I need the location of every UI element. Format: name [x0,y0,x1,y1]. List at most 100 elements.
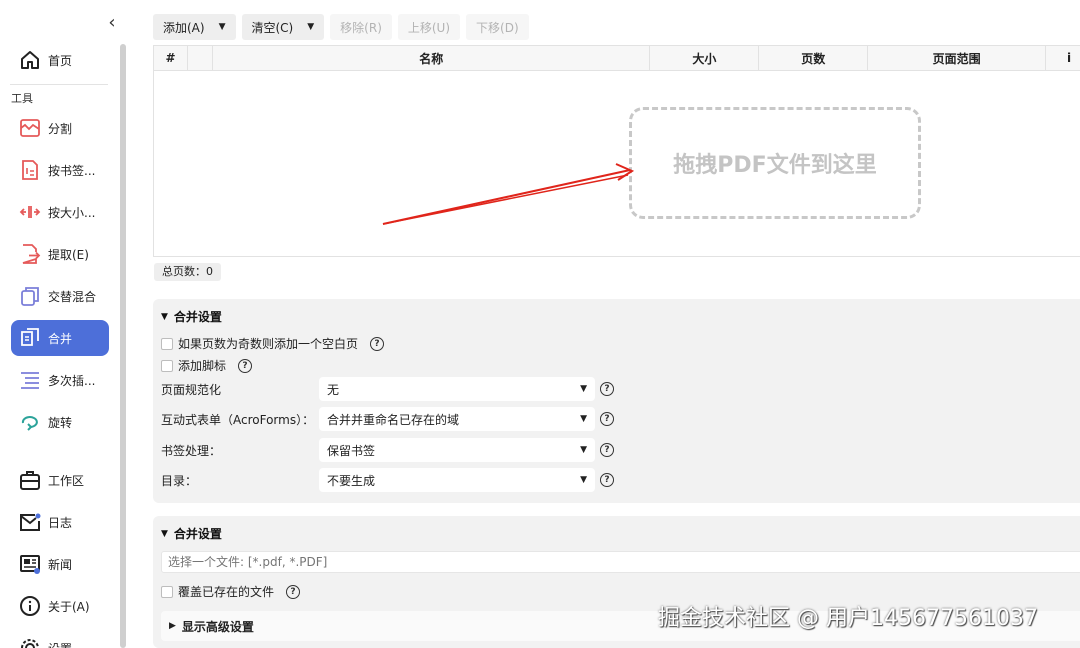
help-icon[interactable]: ? [286,584,301,599]
table-header: # 名称 大小 页数 页面范围 i [154,46,1080,71]
column-header-extra[interactable]: i [1046,46,1080,70]
sidebar-item-home[interactable]: 首页 [11,42,109,78]
caret-down-icon: ▼ [580,384,587,394]
footer-checkbox[interactable] [161,359,173,372]
help-icon[interactable]: ? [600,443,614,457]
column-header-size[interactable]: 大小 [650,46,760,70]
output-settings-header[interactable]: ▼ 合并设置 [161,525,222,542]
panel-title: 合并设置 [173,527,222,541]
help-icon[interactable]: ? [600,382,614,396]
acroforms-label: 互动式表单（AcroForms）： [161,413,315,427]
sidebar-item-rotate[interactable]: 旋转 [11,404,109,440]
help-icon[interactable]: ? [238,358,253,373]
advanced-settings-label: 显示高级设置 [181,619,254,634]
column-header-pages[interactable]: 页数 [759,46,869,70]
sidebar-divider [10,84,108,85]
acroforms-select[interactable]: 合并并重命名已存在的域 ▼ [319,407,595,431]
file-table[interactable]: # 名称 大小 页数 页面范围 i 拖拽PDF文件到这里 [153,45,1080,257]
sidebar-item-label: 工作区 [48,473,85,488]
triangle-down-icon: ▼ [161,528,168,539]
bookmark-select[interactable]: 保留书签 ▼ [319,438,595,462]
sidebar-item-label: 多次插... [48,373,96,388]
drop-zone[interactable]: 拖拽PDF文件到这里 [629,107,921,219]
rotate-icon [17,409,43,435]
toc-value: 不要生成 [327,473,376,488]
sidebar-item-workspace[interactable]: 工作区 [11,462,109,498]
remove-button[interactable]: 移除(R) [330,14,392,40]
toc-select[interactable]: 不要生成 ▼ [319,468,595,492]
sidebar-item-label: 交替混合 [48,289,97,304]
sidebar-item-multi-insert[interactable]: 多次插... [11,362,109,398]
sidebar-item-alternate-mix[interactable]: 交替混合 [11,278,109,314]
total-pages-badge: 总页数：0 [154,263,221,281]
alternate-mix-icon [17,283,43,309]
merge-icon [17,325,43,351]
toc-label: 目录： [161,474,198,488]
sidebar-item-log[interactable]: 日志 [11,504,109,540]
sidebar-item-label: 按大小... [48,205,96,220]
caret-down-icon[interactable]: ▼ [219,22,226,32]
triangle-down-icon: ▼ [161,311,168,322]
merge-settings-header[interactable]: ▼ 合并设置 [161,308,222,325]
caret-down-icon: ▼ [580,445,587,455]
column-header-index[interactable]: # [154,46,188,70]
clear-button[interactable]: 清空(C) ▼ [241,14,325,40]
sidebar-section-tools: 工具 [11,92,33,105]
sidebar-item-label: 关于(A) [48,599,90,614]
sidebar-item-label: 设置 [48,640,72,648]
sidebar-item-merge[interactable]: 合并 [11,320,109,356]
sidebar-item-label: 新闻 [48,557,73,572]
clear-button-label: 清空(C) [251,20,294,35]
chevron-left-icon[interactable]: ‹ [104,12,120,36]
bookmark-value: 保留书签 [327,443,376,458]
toolbar: 添加(A) ▼ 清空(C) ▼ 移除(R) 上移(U) 下移(D) [153,14,529,40]
sidebar-item-news[interactable]: 新闻 [11,546,109,582]
sidebar-item-label: 按书签... [48,163,96,178]
blank-page-label: 如果页数为奇数则添加一个空白页 [178,337,359,351]
page-norm-select[interactable]: 无 ▼ [319,377,595,401]
sidebar-scrollbar[interactable] [120,44,126,648]
sidebar-item-label: 分割 [48,121,73,136]
briefcase-icon [17,467,43,493]
help-icon[interactable]: ? [370,336,385,351]
sidebar-item-label: 提取(E) [48,247,89,262]
bookmark-label: 书签处理： [161,444,222,458]
gear-icon [17,635,43,648]
bookmark-split-icon [17,157,43,183]
column-header-name[interactable]: 名称 [213,46,651,70]
triangle-right-icon: ▶ [169,621,176,631]
move-down-button[interactable]: 下移(D) [466,14,529,40]
help-icon[interactable]: ? [600,412,614,426]
footer-label: 添加脚标 [178,359,227,373]
page-norm-label: 页面规范化 [161,383,222,397]
blank-page-option[interactable]: 如果页数为奇数则添加一个空白页 ? [161,335,385,352]
output-file-input[interactable] [161,551,1080,573]
column-header-check[interactable] [188,46,213,70]
page-norm-value: 无 [327,382,340,397]
acroforms-value: 合并并重命名已存在的域 [327,412,460,427]
sidebar-item-label: 日志 [48,515,73,530]
sidebar-item-extract[interactable]: 提取(E) [11,236,109,272]
footer-option[interactable]: 添加脚标 ? [161,357,253,374]
add-button-label: 添加(A) [163,20,205,35]
overwrite-checkbox[interactable] [161,585,173,598]
column-header-page-range[interactable]: 页面范围 [868,46,1047,70]
sidebar-item-label: 合并 [48,331,73,346]
mail-icon [17,509,43,535]
panel-title: 合并设置 [173,310,222,324]
caret-down-icon[interactable]: ▼ [307,22,314,32]
help-icon[interactable]: ? [600,473,614,487]
sidebar-item-label: 旋转 [48,415,73,430]
overwrite-option[interactable]: 覆盖已存在的文件 ? [161,583,301,600]
sidebar-item-settings[interactable]: 设置 [11,630,109,648]
merge-settings-panel: ▼ 合并设置 如果页数为奇数则添加一个空白页 ? 添加脚标 ? 页面规范化 无 ▼ … [153,299,1080,503]
sidebar-item-bookmark-split[interactable]: 按书签... [11,152,109,188]
size-split-icon [17,199,43,225]
move-up-button[interactable]: 上移(U) [397,14,461,40]
multi-insert-icon [17,367,43,393]
sidebar-item-split[interactable]: 分割 [11,110,109,146]
sidebar-item-about[interactable]: 关于(A) [11,588,109,624]
sidebar-item-size-split[interactable]: 按大小... [11,194,109,230]
blank-page-checkbox[interactable] [161,337,173,350]
add-button[interactable]: 添加(A) ▼ [153,14,236,40]
